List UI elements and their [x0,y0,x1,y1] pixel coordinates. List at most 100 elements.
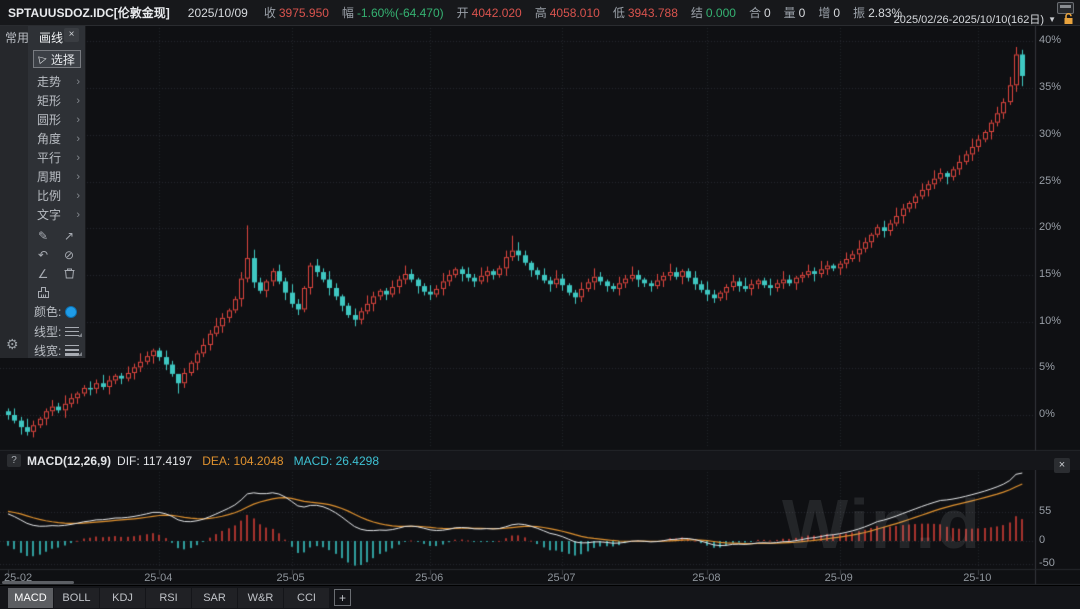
y-axis-label: 0% [1039,408,1079,420]
line-width-label: 线宽: [34,342,61,359]
macd-dif-value: DIF: 117.4197 [117,454,192,468]
field-value: 4058.010 [550,6,600,20]
quote-fields: 收3975.950 幅-1.60%(-64.470) 开4042.020 高4058.… [264,4,915,21]
symbol-title: SPTAUUSDOZ.IDC[伦敦金现] [8,4,170,21]
gear-icon[interactable]: ⚙ [6,336,19,353]
select-tool-button[interactable]: ▷ 选择 [33,50,81,68]
y-axis-label: 10% [1039,315,1079,327]
field-label: 振 [853,6,865,20]
cursor-icon: ▷ [38,53,48,65]
line-style-label: 线型: [34,323,61,340]
field-value: 0 [833,6,840,20]
tab-draw-line[interactable]: 画线 [34,29,68,46]
x-axis-label: 25-04 [144,572,172,584]
field-label: 量 [784,6,796,20]
line-style-icon[interactable] [65,326,81,337]
tab-cci[interactable]: CCI [284,588,329,608]
clear-icon[interactable] [30,283,56,302]
menu-item-label: 角度 [37,130,61,147]
field-label: 收 [264,6,276,20]
menu-item-parallel[interactable]: 平行 › [28,148,86,167]
x-axis-label: 25-10 [963,572,991,584]
field-label: 合 [749,6,761,20]
y-axis-label: 40% [1039,34,1079,46]
drawing-tool-icons: ✎↗↶⊘∠ [30,226,84,302]
y-axis-label: 15% [1039,268,1079,280]
menu-item-text[interactable]: 文字 › [28,205,86,224]
tab-common[interactable]: 常用 [0,29,34,46]
menu-item-label: 矩形 [37,92,61,109]
macd-title: MACD(12,26,9) [27,454,111,468]
menu-item-angle[interactable]: 角度› [28,129,86,148]
chevron-right-icon: › [76,209,80,221]
menu-item-circle[interactable]: 圆形 › [28,110,86,129]
field-label: 幅 [342,6,354,20]
quote-field: 幅-1.60%(-64.470) [342,4,444,21]
chevron-down-icon: ▼ [1048,15,1056,24]
indicator-tab-bar: MACDBOLLKDJRSISARW&RCCI + [0,585,1080,609]
menu-item-trend[interactable]: 走势› [28,72,86,91]
field-value: 4042.020 [472,6,522,20]
macd-y-axis-label: 55 [1039,505,1079,517]
macd-close-button[interactable]: × [1054,458,1070,473]
color-swatch[interactable] [65,306,77,318]
trash-icon[interactable] [56,264,82,283]
field-value: -1.60%(-64.470) [357,6,444,20]
menu-item-label: 比例 [37,187,61,204]
chevron-right-icon: › [76,152,80,164]
macd-macd-value: MACD: 26.4298 [294,454,379,468]
menu-item-label: 圆形 [37,111,61,128]
field-label: 高 [535,6,547,20]
chevron-right-icon: › [76,76,80,88]
tab-rsi[interactable]: RSI [146,588,191,608]
line-width-icon[interactable] [65,345,81,356]
menu-item-ratio[interactable]: 比例 › [28,186,86,205]
tab-boll[interactable]: BOLL [54,588,99,608]
menu-item-label: 平行 [37,149,61,166]
wind-terminal-window: SPTAUUSDOZ.IDC[伦敦金现] 2025/10/09 收3975.95… [0,0,1080,609]
tab-wr[interactable]: W&R [238,588,283,608]
pencil-icon[interactable]: ✎ [30,226,56,245]
panel-close-button[interactable]: × [64,28,79,42]
field-label: 低 [613,6,625,20]
lock-icon[interactable] [1063,13,1074,25]
wind-watermark: Win.d [782,484,982,564]
tab-macd[interactable]: MACD [8,588,53,608]
chevron-right-icon: › [76,114,80,126]
quote-field: 结0.000 [691,4,736,21]
date-range-selector[interactable]: 2025/02/26-2025/10/10(162日) ▼ [894,11,1056,27]
color-label: 颜色: [34,303,61,320]
undo-icon[interactable]: ↶ [30,245,56,264]
menu-item-rectangle[interactable]: 矩形› [28,91,86,110]
chevron-right-icon: › [76,171,80,183]
field-label: 开 [457,6,469,20]
quote-field: 低3943.788 [613,4,678,21]
x-axis-label: 25-06 [415,572,443,584]
macd-y-axis-label: -50 [1039,557,1079,569]
y-axis-label: 35% [1039,81,1079,93]
y-axis-label: 30% [1039,128,1079,140]
x-axis-label: 25-05 [277,572,305,584]
hide-icon[interactable]: ⊘ [56,245,82,264]
quote-field: 高4058.010 [535,4,600,21]
help-icon[interactable]: ? [7,454,21,467]
angle-icon[interactable]: ∠ [30,264,56,283]
tab-sar[interactable]: SAR [192,588,237,608]
field-label: 结 [691,6,703,20]
menu-item-cycle[interactable]: 周期› [28,167,86,186]
add-indicator-button[interactable]: + [334,589,351,606]
arrow-icon[interactable]: ↗ [56,226,82,245]
y-axis-label: 25% [1039,175,1079,187]
chevron-right-icon: › [76,190,80,202]
field-value: 3975.950 [279,6,329,20]
y-axis-label: 5% [1039,361,1079,373]
macd-header: ? MACD(12,26,9) DIF: 117.4197 DEA: 104.2… [0,451,1080,470]
drawing-tools-panel: 常用 画线 × ▷ 选择 走势›矩形›圆形›角度›平行›周期›比例›文字› ✎↗… [0,26,86,358]
date-range-label: 2025/02/26-2025/10/10(162日) [894,11,1044,27]
scrollbar-thumb[interactable] [2,581,74,584]
field-value: 0 [764,6,771,20]
macd-dea-value: DEA: 104.2048 [202,454,283,468]
tab-kdj[interactable]: KDJ [100,588,145,608]
menu-item-label: 文字 [37,206,61,223]
select-tool-label: 选择 [51,51,75,68]
